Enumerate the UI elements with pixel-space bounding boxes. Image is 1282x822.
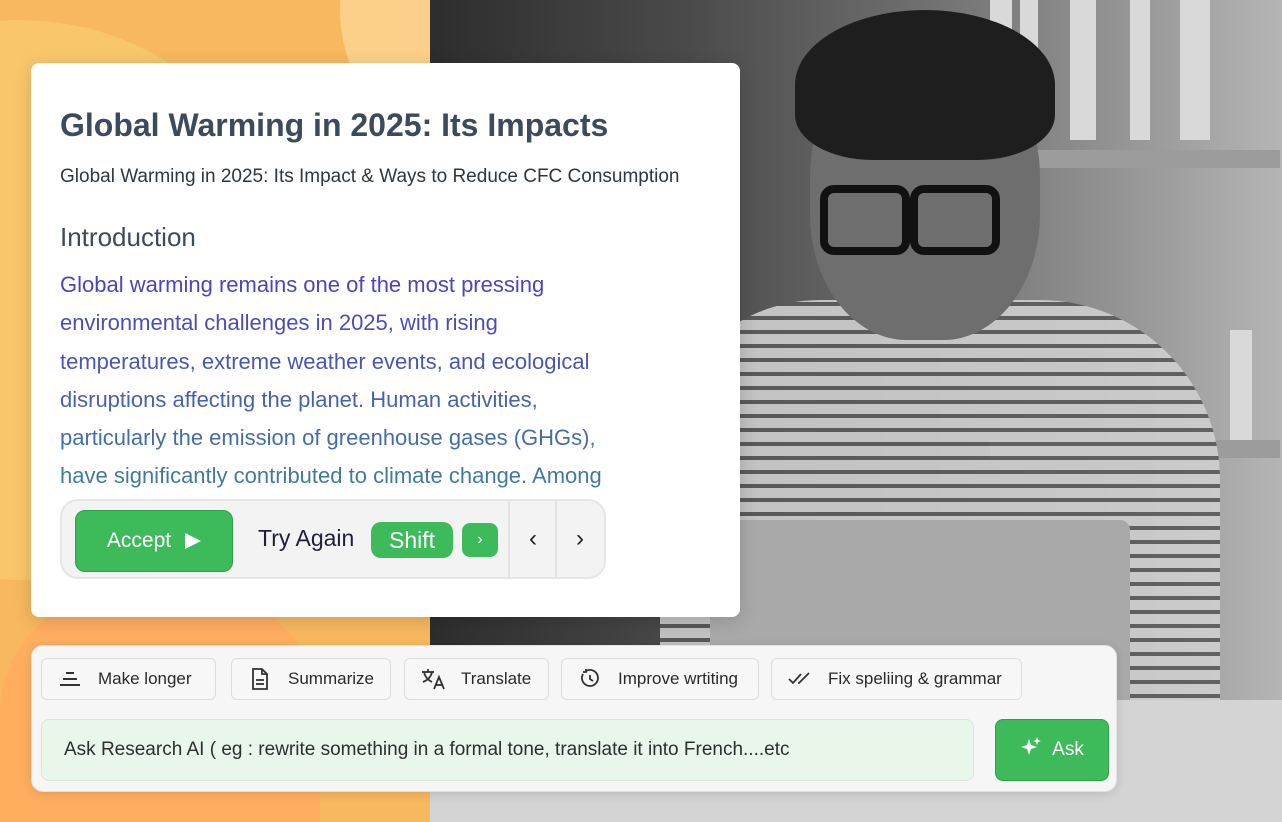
- improve-writing-button[interactable]: Improve wrtiting: [561, 658, 759, 700]
- chip-label: Summarize: [288, 669, 374, 688]
- send-arrow-icon: [185, 533, 202, 549]
- chevron-left-icon: ‹: [529, 525, 537, 552]
- align-center-icon: [42, 670, 98, 688]
- book: [1130, 0, 1150, 140]
- book: [1180, 0, 1210, 140]
- person-hair: [795, 10, 1055, 160]
- paragraph-line: temperatures, extreme weather events, an…: [60, 348, 590, 374]
- chip-label: Fix speliing & grammar: [828, 669, 1002, 688]
- sparkle-icon: [1020, 736, 1042, 764]
- accept-button[interactable]: Accept: [75, 510, 233, 572]
- glasses: [910, 185, 1000, 255]
- paragraph-line: environmental challenges in 2025, with r…: [60, 310, 498, 336]
- translate-icon: [405, 668, 461, 690]
- ai-assistant-panel: Make longer Summarize Translate Improve …: [31, 645, 1117, 792]
- document-subtitle: Global Warming in 2025: Its Impact & Way…: [60, 166, 680, 187]
- chip-label: Translate: [461, 669, 532, 688]
- shift-key-badge: Shift: [371, 522, 453, 558]
- chevron-right-key-icon: ›: [462, 523, 498, 557]
- accept-label: Accept: [106, 529, 172, 552]
- document-editor-card: Global Warming in 2025: Its Impacts Glob…: [31, 63, 740, 617]
- ask-button[interactable]: Ask: [995, 719, 1109, 781]
- try-again-button[interactable]: Try Again: [258, 525, 354, 552]
- ask-input-placeholder: Ask Research AI ( eg : rewrite something…: [64, 739, 790, 760]
- document-title: Global Warming in 2025: Its Impacts: [60, 107, 609, 143]
- suggestion-action-bar: Accept Try Again Shift › ‹ ›: [60, 499, 606, 579]
- section-heading: Introduction: [60, 222, 196, 252]
- double-check-icon: [772, 671, 828, 687]
- paragraph-line: have significantly contributed to climat…: [60, 463, 602, 489]
- ai-generated-paragraph[interactable]: Global warming remains one of the most p…: [60, 266, 680, 496]
- book: [1230, 330, 1252, 440]
- summarize-button[interactable]: Summarize: [231, 658, 391, 700]
- next-suggestion-button[interactable]: ›: [557, 501, 603, 577]
- make-longer-button[interactable]: Make longer: [41, 658, 216, 700]
- glasses: [820, 185, 910, 255]
- translate-button[interactable]: Translate: [404, 658, 549, 700]
- book: [1070, 0, 1096, 140]
- previous-suggestion-button[interactable]: ‹: [510, 501, 556, 577]
- chip-label: Improve wrtiting: [618, 669, 738, 688]
- chip-label: Make longer: [98, 669, 192, 688]
- paragraph-line: disruptions affecting the planet. Human …: [60, 386, 538, 412]
- refresh-timer-icon: [562, 668, 618, 690]
- document-icon: [232, 668, 288, 690]
- chevron-right-icon: ›: [576, 525, 584, 552]
- ask-button-label: Ask: [1052, 739, 1084, 760]
- paragraph-line: particularly the emission of greenhouse …: [60, 425, 596, 451]
- ask-research-ai-input[interactable]: Ask Research AI ( eg : rewrite something…: [41, 719, 974, 781]
- fix-spelling-grammar-button[interactable]: Fix speliing & grammar: [771, 658, 1022, 700]
- paragraph-line: Global warming remains one of the most p…: [60, 272, 545, 297]
